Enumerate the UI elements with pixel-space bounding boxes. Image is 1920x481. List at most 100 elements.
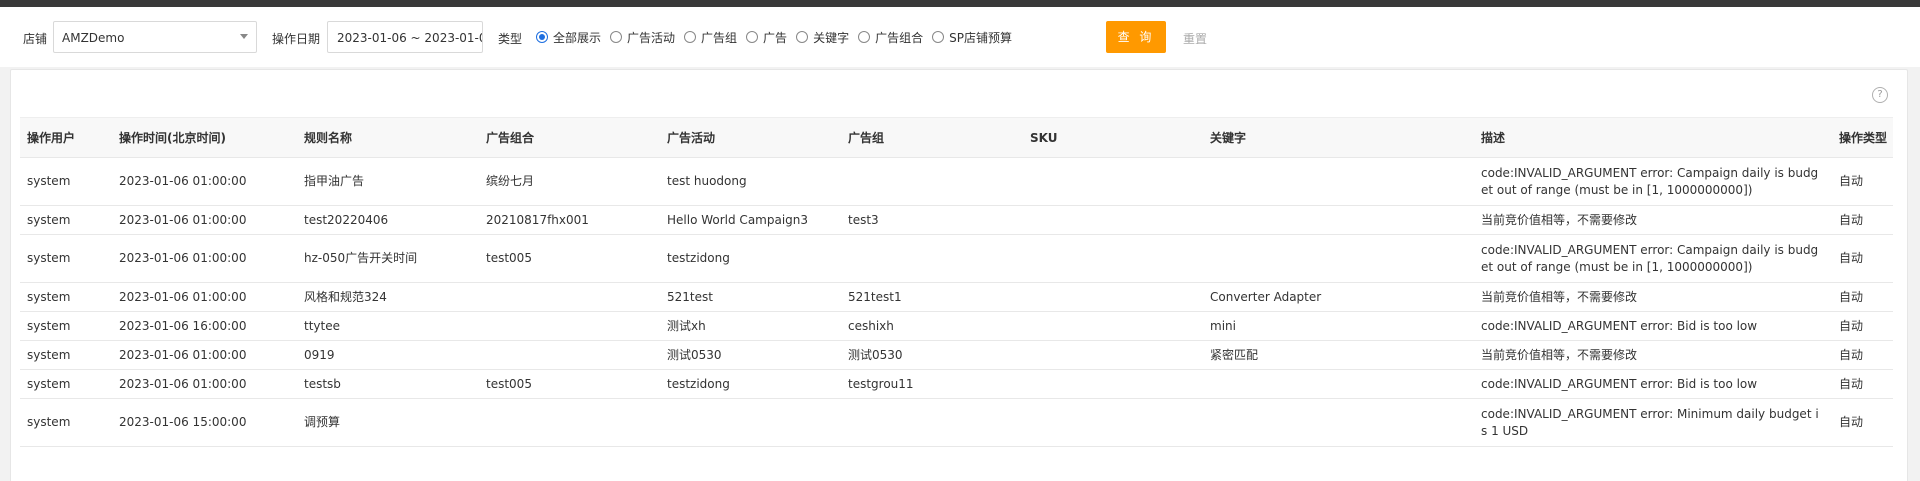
column-header[interactable]: SKU xyxy=(1023,117,1203,158)
column-header[interactable]: 操作时间(北京时间) xyxy=(112,117,297,158)
table-row: system 2023-01-06 16:00:00 ttytee 测试xh c… xyxy=(20,311,1893,341)
table-cell xyxy=(1203,157,1474,206)
table-cell xyxy=(841,157,1023,206)
table-cell xyxy=(841,398,1023,447)
top-bar xyxy=(0,0,1920,7)
table-cell: hz-050广告开关时间 xyxy=(297,234,479,283)
table-cell xyxy=(1023,234,1203,283)
table-cell: 指甲油广告 xyxy=(297,157,479,206)
table-cell: 测试xh xyxy=(660,311,841,341)
table-cell: system xyxy=(20,340,112,370)
table-cell: 2023-01-06 16:00:00 xyxy=(112,311,297,341)
operation-log-table: 操作用户 操作时间(北京时间) 规则名称 广告组合 广告活动 广告组 SKU 关… xyxy=(20,117,1893,447)
store-select-value: AMZDemo xyxy=(62,31,125,45)
radio-circle-icon xyxy=(858,31,871,43)
help-circle-icon[interactable]: ? xyxy=(1872,87,1888,103)
table-cell: code:INVALID_ARGUMENT error: Minimum dai… xyxy=(1474,398,1832,447)
table-cell: 调预算 xyxy=(297,398,479,447)
radio-campaign[interactable]: 广告活动 xyxy=(610,29,675,46)
table-cell: 2023-01-06 01:00:00 xyxy=(112,369,297,399)
table-cell xyxy=(1203,398,1474,447)
table-cell: 2023-01-06 15:00:00 xyxy=(112,398,297,447)
column-header[interactable]: 描述 xyxy=(1474,117,1832,158)
table-row: system 2023-01-06 01:00:00 testsb test00… xyxy=(20,369,1893,399)
table-row: system 2023-01-06 01:00:00 指甲油广告 缤纷七月 te… xyxy=(20,157,1893,206)
table-cell xyxy=(479,340,660,370)
table-cell xyxy=(1203,234,1474,283)
table-cell xyxy=(660,398,841,447)
table-cell xyxy=(479,398,660,447)
table-cell: 当前竞价值相等，不需要修改 xyxy=(1474,205,1832,235)
table-cell xyxy=(1203,369,1474,399)
column-header[interactable]: 广告活动 xyxy=(660,117,841,158)
table-cell: 20210817fhx001 xyxy=(479,205,660,235)
reset-button[interactable]: 重置 xyxy=(1183,30,1207,47)
table-header-row: 操作用户 操作时间(北京时间) 规则名称 广告组合 广告活动 广告组 SKU 关… xyxy=(20,117,1893,158)
table-cell: Hello World Campaign3 xyxy=(660,205,841,235)
table-cell xyxy=(1023,311,1203,341)
table-cell: 缤纷七月 xyxy=(479,157,660,206)
table-cell: 521test1 xyxy=(841,282,1023,312)
table-cell xyxy=(1023,398,1203,447)
table-cell: 紧密匹配 xyxy=(1203,340,1474,370)
table-cell xyxy=(1023,282,1203,312)
radio-circle-icon xyxy=(932,31,945,43)
table-cell: 2023-01-06 01:00:00 xyxy=(112,205,297,235)
type-radio-group: 全部展示 广告活动 广告组 广告 关键字 广告组合 SP店铺预算 xyxy=(536,29,1021,45)
table-cell: system xyxy=(20,282,112,312)
table-cell: 自动 xyxy=(1832,340,1893,370)
table-cell: 当前竞价值相等，不需要修改 xyxy=(1474,340,1832,370)
table-cell: 当前竞价值相等，不需要修改 xyxy=(1474,282,1832,312)
column-header[interactable]: 规则名称 xyxy=(297,117,479,158)
table-cell: 自动 xyxy=(1832,282,1893,312)
table-cell: 自动 xyxy=(1832,157,1893,206)
table-cell: system xyxy=(20,369,112,399)
table-cell: 测试0530 xyxy=(841,340,1023,370)
query-button[interactable]: 查 询 xyxy=(1106,21,1166,53)
radio-circle-icon xyxy=(684,31,697,43)
table-cell: testzidong xyxy=(660,234,841,283)
column-header[interactable]: 广告组 xyxy=(841,117,1023,158)
radio-all[interactable]: 全部展示 xyxy=(536,29,601,46)
table-cell: 0919 xyxy=(297,340,479,370)
column-header[interactable]: 操作用户 xyxy=(20,117,112,158)
table-row: system 2023-01-06 01:00:00 风格和规范324 521t… xyxy=(20,282,1893,312)
column-header[interactable]: 关键字 xyxy=(1203,117,1474,158)
table-row: system 2023-01-06 15:00:00 调预算 code:INVA… xyxy=(20,398,1893,447)
table-cell: code:INVALID_ARGUMENT error: Bid is too … xyxy=(1474,311,1832,341)
table-cell xyxy=(841,234,1023,283)
table-cell: test005 xyxy=(479,369,660,399)
column-header[interactable]: 广告组合 xyxy=(479,117,660,158)
radio-keyword[interactable]: 关键字 xyxy=(796,29,849,46)
radio-ad-group[interactable]: 广告组 xyxy=(684,29,737,46)
table-cell: system xyxy=(20,205,112,235)
radio-circle-icon xyxy=(746,31,759,43)
table-cell: mini xyxy=(1203,311,1474,341)
table-cell: testsb xyxy=(297,369,479,399)
table-cell xyxy=(1023,369,1203,399)
table-cell: 自动 xyxy=(1832,311,1893,341)
table-row: system 2023-01-06 01:00:00 hz-050广告开关时间 … xyxy=(20,234,1893,283)
table-cell: system xyxy=(20,157,112,206)
table-cell: 自动 xyxy=(1832,234,1893,283)
radio-sp-store-budget[interactable]: SP店铺预算 xyxy=(932,29,1012,46)
radio-portfolio[interactable]: 广告组合 xyxy=(858,29,923,46)
table-cell: 自动 xyxy=(1832,398,1893,447)
radio-ad[interactable]: 广告 xyxy=(746,29,787,46)
table-cell: 2023-01-06 01:00:00 xyxy=(112,340,297,370)
table-cell: test huodong xyxy=(660,157,841,206)
store-select[interactable]: AMZDemo xyxy=(53,21,257,53)
radio-circle-icon xyxy=(536,31,548,43)
filter-bar: 店铺 AMZDemo 操作日期 2023-01-06 ~ 2023-01-06 … xyxy=(0,7,1920,67)
table-cell: 测试0530 xyxy=(660,340,841,370)
table-row: system 2023-01-06 01:00:00 test20220406 … xyxy=(20,205,1893,235)
table-cell xyxy=(479,282,660,312)
table-cell xyxy=(479,311,660,341)
table-cell: 2023-01-06 01:00:00 xyxy=(112,234,297,283)
table-cell: testgrou11 xyxy=(841,369,1023,399)
table-cell: ttytee xyxy=(297,311,479,341)
table-cell: code:INVALID_ARGUMENT error: Bid is too … xyxy=(1474,369,1832,399)
column-header[interactable]: 操作类型 xyxy=(1832,117,1893,158)
date-range-input[interactable]: 2023-01-06 ~ 2023-01-06 xyxy=(327,21,483,53)
radio-circle-icon xyxy=(796,31,809,43)
